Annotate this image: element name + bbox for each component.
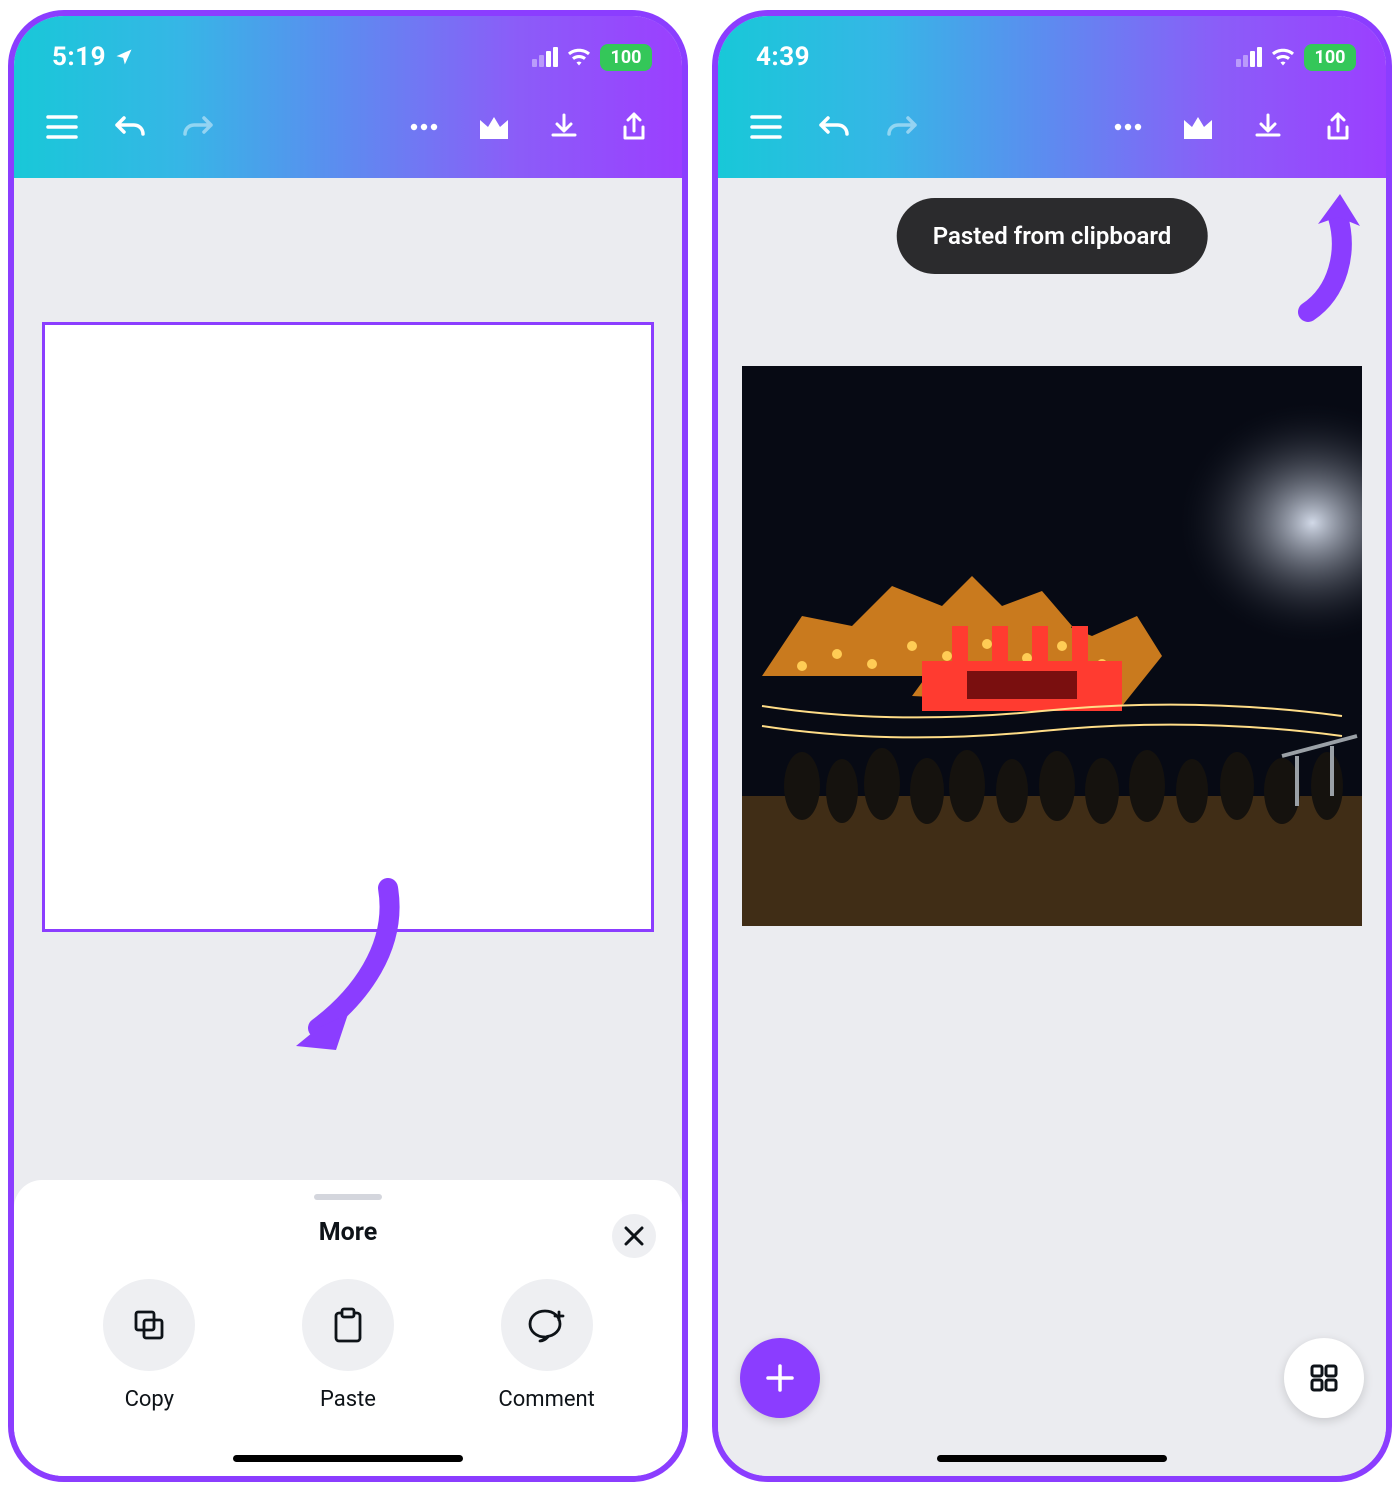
copy-icon — [131, 1307, 167, 1343]
home-indicator[interactable] — [937, 1455, 1167, 1462]
wifi-icon — [566, 47, 592, 67]
share-button[interactable] — [1316, 105, 1360, 149]
sheet-title: More — [319, 1218, 377, 1247]
grid-icon — [1309, 1363, 1339, 1393]
menu-button[interactable] — [744, 105, 788, 149]
paste-action[interactable]: Paste — [288, 1279, 408, 1412]
pages-fab[interactable] — [1284, 1338, 1364, 1418]
redo-button[interactable] — [176, 105, 220, 149]
undo-button[interactable] — [812, 105, 856, 149]
pasted-image[interactable] — [742, 366, 1362, 926]
battery-badge: 100 — [1304, 44, 1356, 71]
annotation-arrow — [1278, 192, 1368, 322]
status-time: 4:39 — [756, 42, 810, 72]
screenshot-right: 4:39 100 — [712, 10, 1392, 1482]
header-gradient: 4:39 100 — [718, 16, 1386, 178]
status-time: 5:19 — [52, 42, 106, 72]
wifi-icon — [1270, 47, 1296, 67]
menu-button[interactable] — [40, 105, 84, 149]
paste-icon — [331, 1306, 365, 1344]
action-label: Paste — [320, 1387, 376, 1412]
status-bar: 4:39 100 — [718, 16, 1386, 86]
close-button[interactable] — [612, 1214, 656, 1258]
header-gradient: 5:19 100 — [14, 16, 682, 178]
battery-badge: 100 — [600, 44, 652, 71]
copy-action[interactable]: Copy — [89, 1279, 209, 1412]
add-fab[interactable] — [740, 1338, 820, 1418]
location-icon — [114, 47, 134, 67]
action-label: Copy — [125, 1387, 175, 1412]
cellular-icon — [532, 47, 558, 67]
more-button[interactable] — [402, 105, 446, 149]
cellular-icon — [1236, 47, 1262, 67]
more-bottom-sheet: More Copy Paste — [14, 1180, 682, 1476]
app-toolbar — [14, 86, 682, 178]
status-bar: 5:19 100 — [14, 16, 682, 86]
screenshot-left: 5:19 100 — [8, 10, 688, 1482]
sheet-handle[interactable] — [314, 1194, 382, 1200]
home-indicator[interactable] — [233, 1455, 463, 1462]
undo-button[interactable] — [108, 105, 152, 149]
crown-button[interactable] — [472, 105, 516, 149]
crown-button[interactable] — [1176, 105, 1220, 149]
download-button[interactable] — [542, 105, 586, 149]
comment-action[interactable]: Comment — [487, 1279, 607, 1412]
share-button[interactable] — [612, 105, 656, 149]
download-button[interactable] — [1246, 105, 1290, 149]
editor-canvas-area[interactable]: Pasted from clipboard — [718, 178, 1386, 1476]
app-toolbar — [718, 86, 1386, 178]
plus-icon — [763, 1361, 797, 1395]
paste-toast: Pasted from clipboard — [897, 198, 1208, 274]
more-button[interactable] — [1106, 105, 1150, 149]
redo-button[interactable] — [880, 105, 924, 149]
comment-icon — [527, 1307, 567, 1343]
pasted-image-content — [742, 366, 1362, 926]
blank-design-canvas[interactable] — [42, 322, 654, 932]
close-icon — [623, 1225, 645, 1247]
action-label: Comment — [498, 1387, 594, 1412]
editor-canvas-area[interactable]: More Copy Paste — [14, 178, 682, 1476]
